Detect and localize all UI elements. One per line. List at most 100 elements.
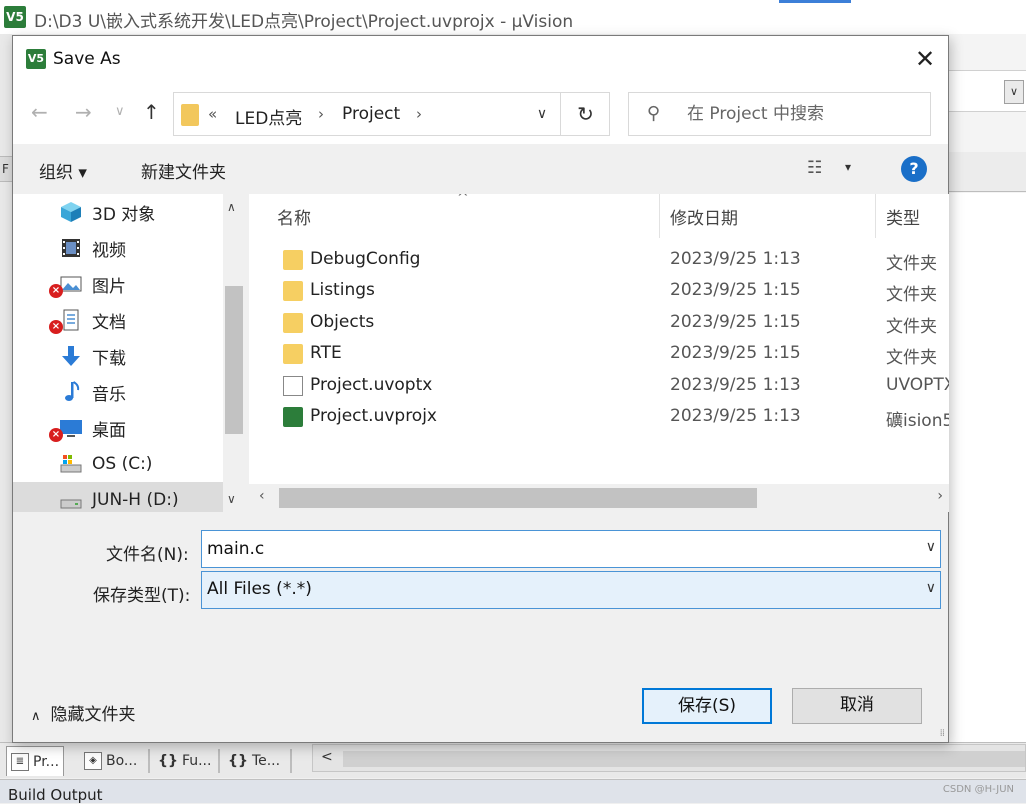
column-header-name[interactable]: 名称 [277,204,311,229]
video-icon [62,239,80,257]
templates-icon: {} [228,753,248,769]
folder-icon [283,281,303,301]
file-row[interactable]: Listings 2023/9/25 1:15 文件夹 [249,276,949,307]
chevron-down-icon[interactable]: ∨ [926,539,936,555]
file-list-hscrollbar[interactable]: ‹ › [249,484,949,512]
column-header-type[interactable]: 类型 [886,204,920,229]
recent-locations-icon[interactable]: ∨ [115,104,125,119]
tree-item-label: 图片 [92,276,126,297]
file-date: 2023/9/25 1:13 [670,249,801,269]
file-icon [283,376,303,396]
file-row[interactable]: DebugConfig 2023/9/25 1:13 文件夹 [249,245,949,276]
file-row[interactable]: Project.uvoptx 2023/9/25 1:13 UVOPTX [249,371,949,402]
tree-item-3d-objects[interactable]: 3D 对象 [13,194,223,230]
view-options-icon[interactable]: ☷ [807,158,822,178]
dialog-toolbar: 组织 ▾ 新建文件夹 ☷ ▾ ? [13,144,948,194]
folder-icon [283,344,303,364]
file-type: 文件夹 [886,254,937,274]
refresh-icon[interactable]: ↻ [560,93,610,135]
file-name: DebugConfig [310,249,421,269]
back-arrow-icon[interactable]: ← [31,100,48,124]
file-type: 文件夹 [886,348,937,368]
file-row[interactable]: RTE 2023/9/25 1:15 文件夹 [249,339,949,370]
navigation-row: ← → ∨ ↑ « LED点亮 › Project › ∨ ↻ ⚲ [13,82,948,144]
save-button[interactable]: 保存(S) [642,688,772,724]
scroll-track[interactable] [343,751,1025,767]
tree-item-pictures[interactable]: × 图片 [13,266,223,302]
scroll-left-icon[interactable]: ‹ [259,488,265,504]
tab-templates[interactable]: {} Te... [224,746,284,776]
uvision-editor[interactable] [948,193,1026,745]
new-folder-button[interactable]: 新建文件夹 [141,158,226,183]
tree-item-music[interactable]: 音乐 [13,374,223,410]
organize-button[interactable]: 组织 ▾ [39,158,87,183]
help-icon[interactable]: ? [901,156,927,182]
close-button[interactable]: ✕ [902,36,948,82]
search-box[interactable]: ⚲ [628,92,931,136]
editor-hscrollbar[interactable]: < [312,744,1026,772]
column-header-date[interactable]: 修改日期 [670,204,738,229]
column-separator[interactable] [659,194,660,238]
scroll-thumb[interactable] [279,488,757,508]
tree-item-videos[interactable]: 视频 [13,230,223,266]
tab-project[interactable]: ≣ Pr... [6,746,65,776]
tree-item-drive-d[interactable]: JUN-H (D:) [13,482,223,512]
filename-label: 文件名(N): [106,545,189,565]
view-dropdown-icon[interactable]: ▾ [845,160,851,174]
chevron-down-icon[interactable]: ∨ [522,93,562,135]
file-row[interactable]: Project.uvprojx 2023/9/25 1:13 礦ision5 [249,402,949,433]
chevron-down-icon[interactable]: ∨ [1004,80,1024,104]
file-type: UVOPTX [886,375,949,395]
file-name: Objects [310,312,375,332]
file-date: 2023/9/25 1:15 [670,312,801,332]
up-arrow-icon[interactable]: ↑ [143,100,160,124]
breadcrumb-separator-icon[interactable]: › [318,105,324,123]
uvision-logo-icon: V5 [4,6,26,28]
address-bar[interactable]: « LED点亮 › Project › ∨ ↻ [173,92,610,136]
tab-books[interactable]: ◈ Bo... [80,746,141,776]
scroll-thumb[interactable] [225,286,243,434]
scroll-right-icon[interactable]: › [937,488,943,504]
overflow-chevron-icon[interactable]: « [208,105,217,123]
filename-combo[interactable]: ∨ [201,530,941,568]
functions-icon: {} [158,753,178,769]
breadcrumb-separator-icon[interactable]: › [416,105,422,123]
search-input[interactable] [687,101,923,127]
uvision-toolbar-strip [948,152,1026,192]
tree-scrollbar[interactable]: ∧ ∨ [223,194,245,512]
error-badge-icon: × [49,320,63,334]
resize-grip-icon[interactable]: ⁞⁞ [940,728,945,739]
breadcrumb-project[interactable]: Project [342,104,400,124]
filename-input[interactable] [207,537,897,561]
keil-app-icon: V5 [26,49,46,69]
filetype-select[interactable]: All Files (*.*) ∨ [201,571,941,609]
dialog-title: Save As [53,49,121,69]
tree-item-drive-c[interactable]: OS (C:) [13,446,223,482]
navigation-pane[interactable]: 3D 对象 视频 × 图片 × 文档 下载 音乐 × 桌面 OS (C:) JU… [13,194,245,512]
forward-arrow-icon[interactable]: → [75,100,92,124]
chevron-down-icon[interactable]: ∨ [926,580,936,596]
file-name: Project.uvoptx [310,375,433,395]
search-icon: ⚲ [647,103,661,124]
scroll-down-icon[interactable]: ∨ [227,492,236,506]
tree-item-documents[interactable]: × 文档 [13,302,223,338]
scroll-left-icon[interactable]: < [321,749,333,765]
tree-item-downloads[interactable]: 下载 [13,338,223,374]
tab-label: Pr... [33,753,60,770]
filetype-value: All Files (*.*) [207,579,312,599]
drive-icon [60,499,82,509]
chevron-up-icon: ∧ [31,709,41,724]
column-separator[interactable] [875,194,876,238]
cancel-button[interactable]: 取消 [792,688,922,724]
titlebar-accent [779,0,851,3]
file-list[interactable]: ^ 名称 修改日期 类型 DebugConfig 2023/9/25 1:13 … [249,194,949,512]
breadcrumb-led[interactable]: LED点亮 [235,104,302,129]
tab-label: Fu... [181,753,212,769]
scroll-up-icon[interactable]: ∧ [227,200,236,214]
file-row[interactable]: Objects 2023/9/25 1:15 文件夹 [249,308,949,339]
hide-folders-toggle[interactable]: ∧ 隐藏文件夹 [31,700,136,725]
tab-functions[interactable]: {} Fu... [154,746,215,776]
sort-ascending-icon: ^ [457,194,469,206]
tree-item-desktop[interactable]: × 桌面 [13,410,223,446]
cube-3d-icon [61,202,81,222]
